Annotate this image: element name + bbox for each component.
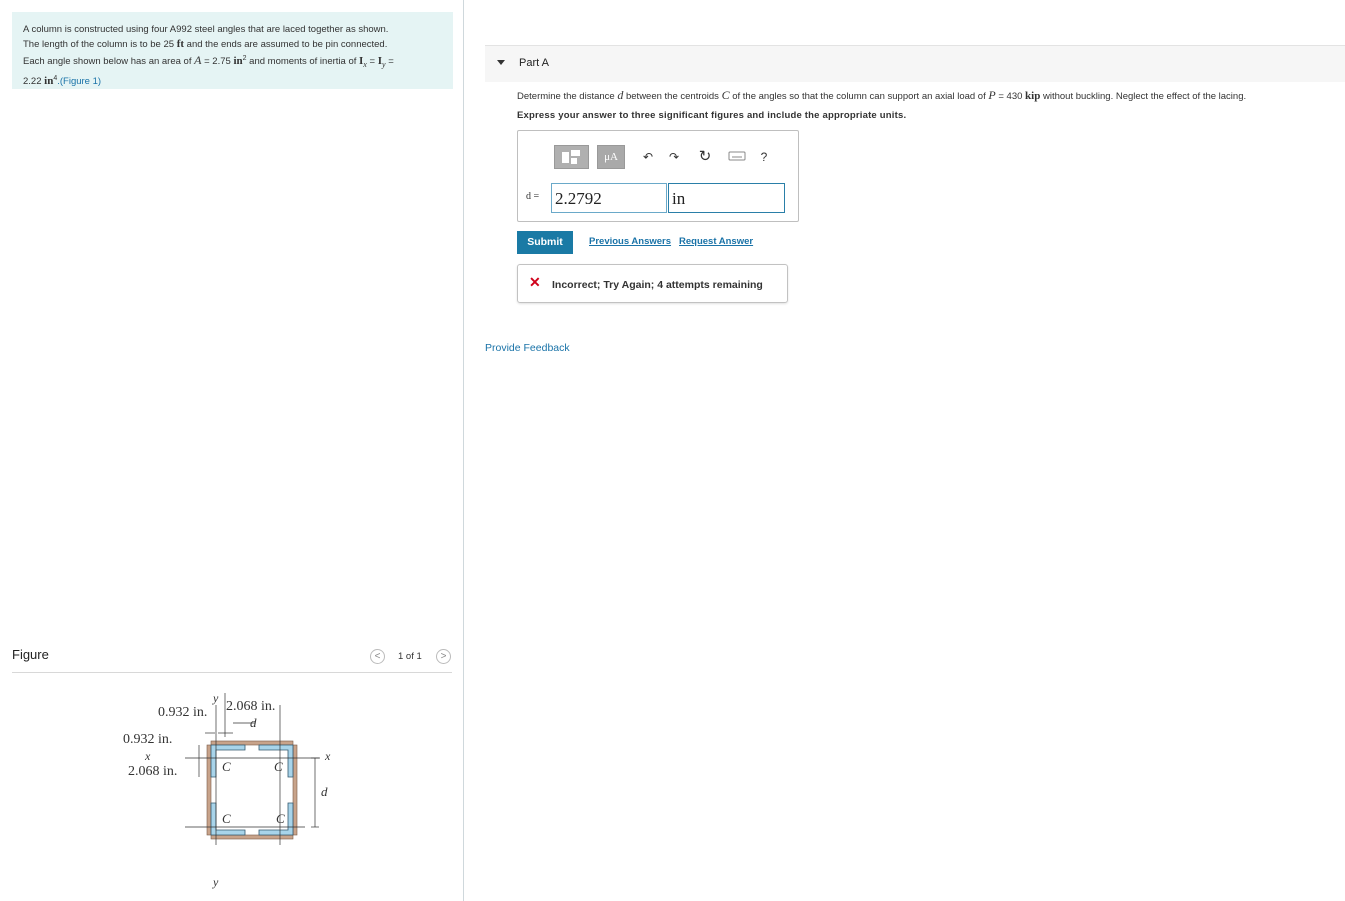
help-icon[interactable]: ? (758, 146, 770, 168)
column-cross-section-figure: y 0.932 in. 2.068 in. d 0.932 in. x 2.06… (123, 691, 331, 889)
figure-title: Figure (12, 647, 49, 662)
fig-label-centroid-tl: C (222, 759, 231, 774)
fig-label-x-left: x (144, 749, 151, 763)
fig-label-0932-left: 0.932 in. (123, 732, 172, 747)
part-a-header[interactable]: Part A (485, 45, 1345, 82)
figure-header: Figure < 1 of 1 > (12, 646, 452, 673)
figure-next-button[interactable]: > (436, 649, 451, 664)
left-column: A column is constructed using four A992 … (0, 0, 464, 901)
fig-label-2068-left: 2.068 in. (128, 764, 177, 779)
figure-counter: 1 of 1 (398, 651, 422, 662)
problem-statement: A column is constructed using four A992 … (12, 12, 453, 89)
part-title: Part A (519, 57, 549, 69)
answer-units-input[interactable]: in (668, 183, 785, 213)
incorrect-feedback-box: ✕ Incorrect; Try Again; 4 attempts remai… (517, 264, 788, 303)
collapse-caret-icon[interactable] (497, 60, 505, 65)
answer-variable-label: d = (526, 191, 540, 202)
fig-label-d-top: d (250, 715, 257, 730)
problem-line-3: Each angle shown below has an area of A … (23, 53, 394, 70)
feedback-message: Incorrect; Try Again; 4 attempts remaini… (552, 279, 763, 291)
previous-answers-link[interactable]: Previous Answers (589, 236, 671, 247)
question-text: Determine the distance d between the cen… (517, 88, 1247, 102)
fig-label-0932-top: 0.932 in. (158, 705, 207, 720)
figure-prev-button[interactable]: < (370, 649, 385, 664)
templates-button[interactable] (554, 145, 589, 169)
answer-panel: μA ↶ ↷ ↻ ? d = 2.2792 in (517, 130, 799, 222)
units-icon: μA (604, 151, 618, 163)
fig-label-d-right: d (321, 784, 328, 799)
templates-icon (562, 150, 580, 164)
problem-line-4: 2.22 in4.(Figure 1) (23, 75, 102, 88)
answer-value-input[interactable]: 2.2792 (551, 183, 667, 213)
problem-line-1: A column is constructed using four A992 … (23, 24, 389, 35)
fig-label-y-bottom: y (212, 875, 219, 889)
fig-label-centroid-br: C (276, 811, 285, 826)
fig-label-centroid-bl: C (222, 811, 231, 826)
request-answer-link[interactable]: Request Answer (679, 236, 753, 247)
submit-button[interactable]: Submit (517, 231, 573, 254)
undo-icon[interactable]: ↶ (640, 146, 656, 168)
units-button[interactable]: μA (597, 145, 625, 169)
reset-icon[interactable]: ↻ (697, 146, 713, 168)
fig-label-2068-top: 2.068 in. (226, 699, 275, 714)
fig-label-centroid-tr: C (274, 759, 283, 774)
provide-feedback-link[interactable]: Provide Feedback (485, 342, 570, 354)
keyboard-icon[interactable] (728, 150, 748, 172)
fig-label-x-right: x (324, 749, 331, 763)
answer-instruction: Express your answer to three significant… (517, 110, 907, 121)
incorrect-x-icon: ✕ (529, 274, 541, 290)
redo-icon[interactable]: ↷ (666, 146, 682, 168)
figure-link[interactable]: .(Figure 1) (57, 76, 101, 87)
problem-line-2: The length of the column is to be 25 ft … (23, 38, 388, 50)
fig-label-y-top: y (212, 691, 219, 705)
